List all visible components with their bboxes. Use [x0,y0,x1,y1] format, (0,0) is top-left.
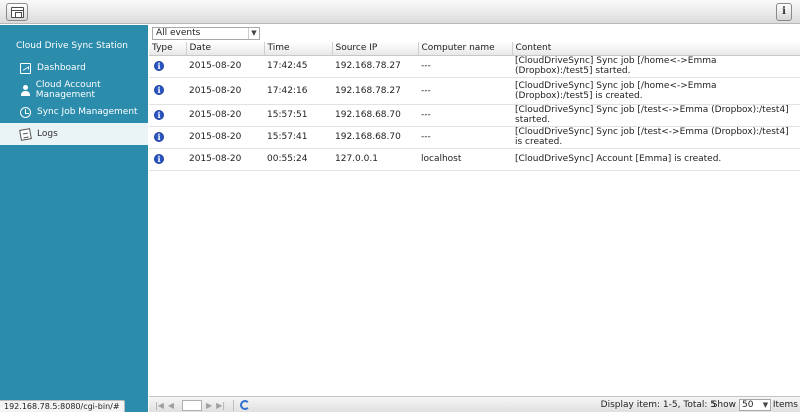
cell-content: [CloudDriveSync] Sync job [/test<->Emma … [512,104,800,127]
cell-time: 15:57:41 [264,126,332,149]
last-page-icon[interactable]: ▶| [216,401,225,410]
cell-time: 17:42:45 [264,55,332,78]
cell-time: 15:57:51 [264,104,332,127]
column-header-source-ip[interactable]: Source IP [332,42,419,56]
column-header-time[interactable]: Time [264,42,333,56]
column-header-type[interactable]: Type [149,42,187,56]
event-filter-value: All events [156,28,201,38]
sidebar: Cloud Drive Sync Station Dashboard Cloud… [0,25,148,412]
pager-controls: |◀ ◀ ▶ ▶| [155,399,251,411]
app-menu-button[interactable] [6,3,28,21]
cell-computer-name: --- [418,126,512,149]
cell-source-ip: 192.168.68.70 [332,126,418,149]
sidebar-title: Cloud Drive Sync Station [16,41,128,51]
cell-content: [CloudDriveSync] Sync job [/test<->Emma … [512,126,800,149]
info-type-icon: i [154,131,164,142]
event-filter-select[interactable]: All events ▼ [152,27,260,40]
user-icon [20,84,30,96]
pager-divider [233,399,235,411]
dashboard-icon [20,62,31,74]
log-table: Type Date Time Source IP Computer name C… [149,42,800,171]
cell-source-ip: 192.168.78.27 [332,55,418,78]
table-row[interactable]: i 2015-08-20 17:42:45 192.168.78.27 --- … [149,55,800,78]
cell-time: 00:55:24 [264,148,332,171]
table-row[interactable]: i 2015-08-20 15:57:41 192.168.68.70 --- … [149,126,800,149]
sidebar-item-sync-job-management[interactable]: Sync Job Management [0,101,148,123]
sidebar-item-label: Logs [37,129,58,139]
page-number-input[interactable] [182,399,203,411]
cell-date: 2015-08-20 [186,148,264,171]
table-header-row: Type Date Time Source IP Computer name C… [149,42,800,56]
cell-computer-name: localhost [418,148,512,171]
cell-source-ip: 192.168.78.27 [332,77,418,105]
cell-date: 2015-08-20 [186,55,264,78]
cell-date: 2015-08-20 [186,77,264,105]
page-size-select[interactable]: 50 ▼ [739,399,771,411]
cell-computer-name: --- [418,104,512,127]
cell-time: 17:42:16 [264,77,332,105]
logs-icon [19,127,32,141]
cell-computer-name: --- [418,55,512,78]
app-window-icon [10,6,24,18]
info-type-icon: i [154,109,164,120]
cell-date: 2015-08-20 [186,126,264,149]
column-header-content[interactable]: Content [512,42,800,56]
pagination-bar: |◀ ◀ ▶ ▶| Display item: 1-5, Total: 5 Sh… [149,396,800,412]
cell-content: [CloudDriveSync] Sync job [/home<->Emma … [512,77,800,105]
info-type-icon: i [154,60,164,71]
top-toolbar: i [0,0,800,24]
chevron-down-icon: ▼ [248,28,259,39]
sidebar-item-label: Cloud Account Management [35,80,101,100]
items-label: Items [772,400,798,410]
sync-icon [20,106,31,118]
show-label: Show [711,400,736,410]
cell-content: [CloudDriveSync] Sync job [/home<->Emma … [512,55,800,78]
browser-status-url: 192.168.78.5:8080/cgi-bin/# [0,400,125,412]
cell-content: [CloudDriveSync] Account [Emma] is creat… [512,148,800,171]
refresh-icon[interactable] [240,400,251,410]
cell-source-ip: 192.168.68.70 [332,104,418,127]
info-type-icon: i [154,153,164,164]
sidebar-item-label: Dashboard [37,63,86,73]
first-page-icon[interactable]: |◀ [155,401,164,410]
sidebar-item-cloud-account-management[interactable]: Cloud Account Management [0,79,148,101]
prev-page-icon[interactable]: ◀ [168,401,174,410]
table-row[interactable]: i 2015-08-20 00:55:24 127.0.0.1 localhos… [149,148,800,171]
page-size-value: 50 [742,400,754,410]
sidebar-item-dashboard[interactable]: Dashboard [0,57,148,79]
info-type-icon: i [154,85,164,95]
sidebar-item-label: Sync Job Management [37,107,138,117]
table-row[interactable]: i 2015-08-20 17:42:16 192.168.78.27 --- … [149,77,800,105]
info-button[interactable]: i [776,3,792,21]
table-row[interactable]: i 2015-08-20 15:57:51 192.168.68.70 --- … [149,104,800,127]
cell-source-ip: 127.0.0.1 [332,148,418,171]
cell-date: 2015-08-20 [186,104,264,127]
logs-panel: All events ▼ Type Date Time Source IP Co… [149,25,800,398]
display-item-info: Display item: 1-5, Total: 5 [600,400,716,410]
next-page-icon[interactable]: ▶ [206,401,212,410]
column-header-computer-name[interactable]: Computer name [418,42,513,56]
column-header-date[interactable]: Date [186,42,265,56]
info-icon: i [782,6,786,17]
sidebar-item-logs[interactable]: Logs [0,123,148,145]
cell-computer-name: --- [418,77,512,105]
chevron-down-icon: ▼ [762,401,769,409]
